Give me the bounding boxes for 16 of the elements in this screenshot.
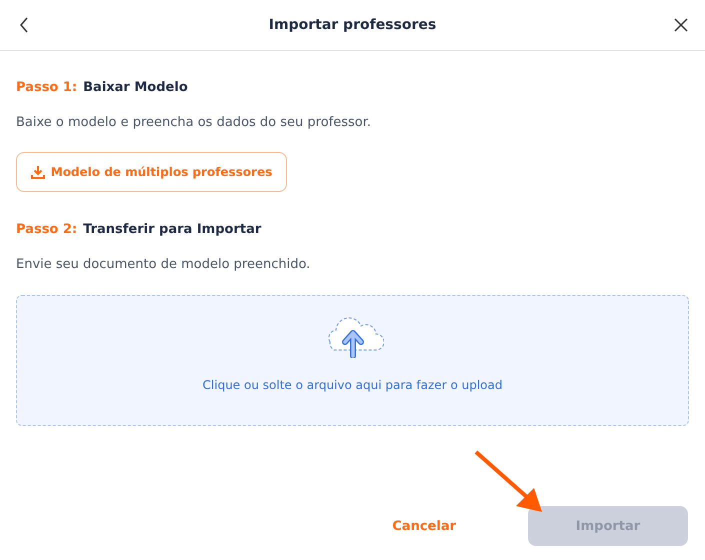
cancel-button[interactable]: Cancelar [386, 518, 462, 534]
pointer-arrow [472, 448, 544, 514]
step-title: Transferir para Importar [83, 222, 262, 236]
chevron-left-icon [19, 17, 29, 33]
close-icon [674, 18, 688, 32]
download-icon [30, 165, 45, 179]
step-title: Baixar Modelo [83, 80, 188, 94]
dropzone-text: Clique ou solte o arquivo aqui para fazer o upload [202, 378, 502, 392]
step-description: Envie seu documento de modelo preenchido. [16, 257, 312, 272]
step-label: Passo 1: [16, 80, 78, 94]
close-button[interactable] [673, 17, 689, 33]
dialog-title: Importar professores [268, 17, 436, 33]
step-label: Passo 2: [16, 222, 78, 236]
upload-dropzone[interactable]: Clique ou solte o arquivo aqui para fazer o upload [16, 295, 689, 426]
download-template-button[interactable]: Modelo de múltiplos professores [16, 152, 287, 192]
step-description: Baixe o modelo e preencha os dados do seu professor. [16, 115, 372, 130]
